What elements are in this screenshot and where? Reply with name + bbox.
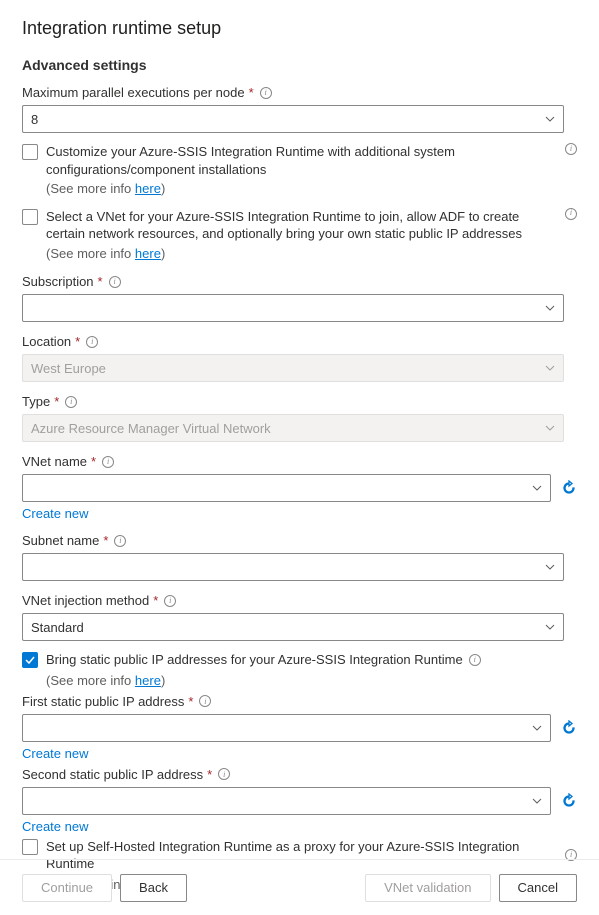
max-parallel-select[interactable]: 8	[22, 105, 564, 133]
see-more-customize: (See more info here)	[46, 180, 577, 198]
label-vnet-name: VNet name *	[22, 454, 577, 469]
vnet-name-select[interactable]	[22, 474, 551, 502]
refresh-icon[interactable]	[561, 480, 577, 496]
customize-label: Customize your Azure-SSIS Integration Ru…	[46, 143, 557, 178]
customize-checkbox[interactable]	[22, 144, 38, 160]
info-icon[interactable]	[65, 396, 77, 408]
here-link[interactable]: here	[135, 181, 161, 196]
see-more-vnet: (See more info here)	[46, 245, 577, 263]
chevron-down-icon	[532, 723, 542, 733]
required-asterisk: *	[207, 767, 212, 782]
section-advanced-settings: Advanced settings	[22, 57, 577, 73]
label-text: VNet injection method	[22, 593, 149, 608]
select-value: Standard	[31, 620, 545, 635]
label-text: Location	[22, 334, 71, 349]
label-max-parallel: Maximum parallel executions per node *	[22, 85, 577, 100]
vnet-select-checkbox[interactable]	[22, 209, 38, 225]
required-asterisk: *	[103, 533, 108, 548]
required-asterisk: *	[54, 394, 59, 409]
back-button[interactable]: Back	[120, 874, 187, 902]
label-type: Type *	[22, 394, 577, 409]
label-location: Location *	[22, 334, 577, 349]
required-asterisk: *	[91, 454, 96, 469]
location-select: West Europe	[22, 354, 564, 382]
subscription-select[interactable]	[22, 294, 564, 322]
here-link[interactable]: here	[135, 246, 161, 261]
refresh-icon[interactable]	[561, 720, 577, 736]
select-value: 8	[31, 112, 545, 127]
required-asterisk: *	[98, 274, 103, 289]
type-select: Azure Resource Manager Virtual Network	[22, 414, 564, 442]
required-asterisk: *	[153, 593, 158, 608]
label-first-static-ip: First static public IP address *	[22, 694, 577, 709]
label-text: Subscription	[22, 274, 94, 289]
subnet-name-select[interactable]	[22, 553, 564, 581]
self-hosted-checkbox[interactable]	[22, 839, 38, 855]
chevron-down-icon	[545, 114, 555, 124]
label-second-static-ip: Second static public IP address *	[22, 767, 577, 782]
info-icon[interactable]	[218, 768, 230, 780]
required-asterisk: *	[249, 85, 254, 100]
continue-button: Continue	[22, 874, 112, 902]
label-text: Type	[22, 394, 50, 409]
label-subscription: Subscription *	[22, 274, 577, 289]
bring-static-ip-label: Bring static public IP addresses for you…	[46, 651, 463, 669]
footer-bar: Continue Back VNet validation Cancel	[0, 859, 599, 915]
cancel-button[interactable]: Cancel	[499, 874, 577, 902]
second-static-ip-select[interactable]	[22, 787, 551, 815]
label-text: Maximum parallel executions per node	[22, 85, 245, 100]
first-static-ip-create-new-link[interactable]: Create new	[22, 746, 88, 761]
here-link[interactable]: here	[135, 673, 161, 688]
vnet-select-label: Select a VNet for your Azure-SSIS Integr…	[46, 208, 557, 243]
label-text: Second static public IP address	[22, 767, 203, 782]
info-icon[interactable]	[102, 456, 114, 468]
refresh-icon[interactable]	[561, 793, 577, 809]
chevron-down-icon	[545, 363, 555, 373]
label-text: First static public IP address	[22, 694, 184, 709]
page-title: Integration runtime setup	[22, 18, 577, 39]
label-text: Subnet name	[22, 533, 99, 548]
vnet-name-create-new-link[interactable]: Create new	[22, 506, 88, 521]
vnet-validation-button: VNet validation	[365, 874, 490, 902]
second-static-ip-create-new-link[interactable]: Create new	[22, 819, 88, 834]
info-icon[interactable]	[164, 595, 176, 607]
label-injection-method: VNet injection method *	[22, 593, 577, 608]
chevron-down-icon	[532, 796, 542, 806]
chevron-down-icon	[545, 562, 555, 572]
injection-method-select[interactable]: Standard	[22, 613, 564, 641]
info-icon[interactable]	[199, 695, 211, 707]
first-static-ip-select[interactable]	[22, 714, 551, 742]
info-icon[interactable]	[565, 208, 577, 220]
label-text: VNet name	[22, 454, 87, 469]
label-subnet-name: Subnet name *	[22, 533, 577, 548]
info-icon[interactable]	[109, 276, 121, 288]
select-value: West Europe	[31, 361, 545, 376]
chevron-down-icon	[545, 622, 555, 632]
required-asterisk: *	[75, 334, 80, 349]
required-asterisk: *	[188, 694, 193, 709]
info-icon[interactable]	[86, 336, 98, 348]
info-icon[interactable]	[114, 535, 126, 547]
see-more-staticip: (See more info here)	[46, 673, 577, 688]
info-icon[interactable]	[469, 654, 481, 666]
info-icon[interactable]	[565, 143, 577, 155]
chevron-down-icon	[545, 303, 555, 313]
chevron-down-icon	[532, 483, 542, 493]
select-value: Azure Resource Manager Virtual Network	[31, 421, 545, 436]
bring-static-ip-checkbox[interactable]	[22, 652, 38, 668]
chevron-down-icon	[545, 423, 555, 433]
info-icon[interactable]	[260, 87, 272, 99]
